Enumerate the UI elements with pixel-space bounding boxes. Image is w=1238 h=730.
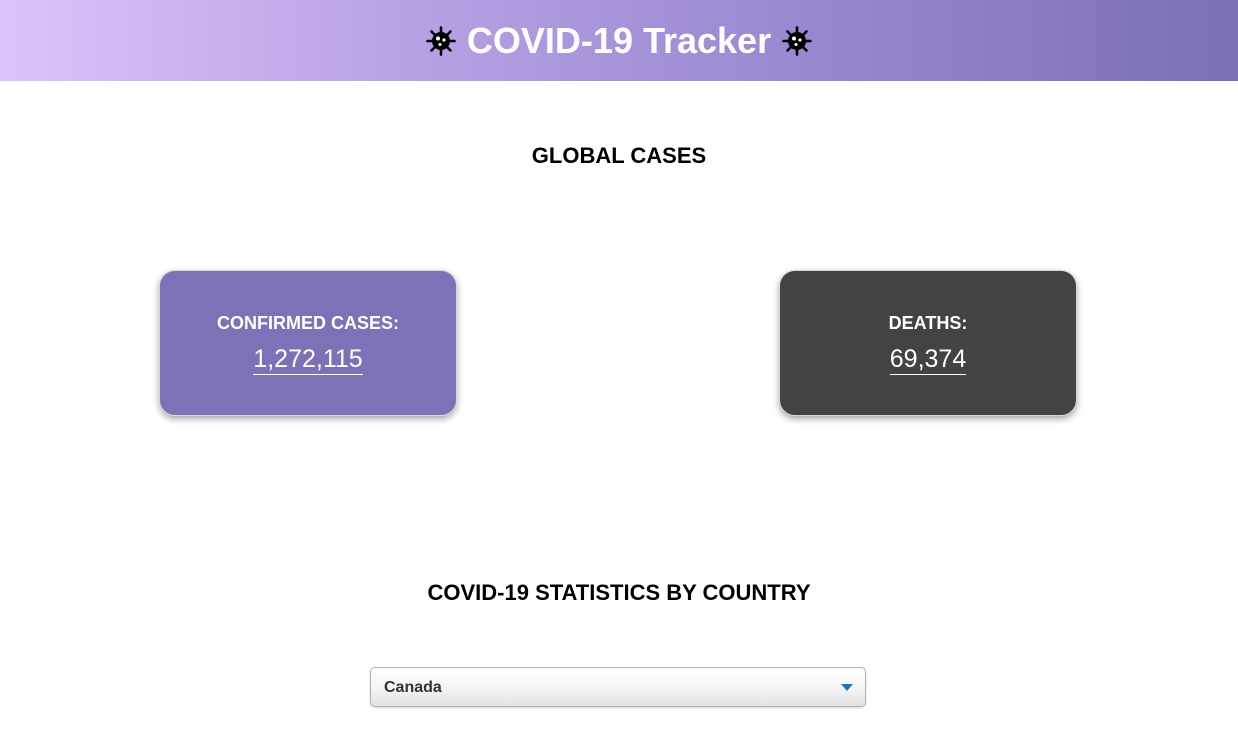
header-title-group: COVID-19 Tracker — [425, 20, 813, 62]
virus-icon — [781, 25, 813, 57]
deaths-value: 69,374 — [889, 345, 967, 375]
selected-country: Canada — [384, 679, 442, 696]
deaths-value-wrap: 69,374 — [780, 345, 1076, 375]
confirmed-cases-value: 1,272,115 — [253, 345, 363, 375]
confirmed-cases-label: CONFIRMED CASES: — [216, 313, 399, 333]
country-statistics-title: COVID-19 STATISTICS BY COUNTRY — [427, 580, 811, 605]
deaths-label: DEATHS: — [888, 313, 968, 333]
confirmed-cases-value-wrap: 1,272,115 — [160, 345, 456, 375]
confirmed-cases-card: CONFIRMED CASES: 1,272,115 — [159, 270, 457, 416]
deaths-card: DEATHS: 69,374 — [779, 270, 1077, 416]
chevron-down-icon[interactable] — [841, 684, 853, 691]
app-title: COVID-19 Tracker — [466, 19, 772, 61]
country-select[interactable]: Canada — [370, 667, 866, 707]
app-header: COVID-19 Tracker — [0, 0, 1238, 81]
virus-icon — [425, 25, 457, 57]
global-cases-title: GLOBAL CASES — [531, 143, 707, 168]
